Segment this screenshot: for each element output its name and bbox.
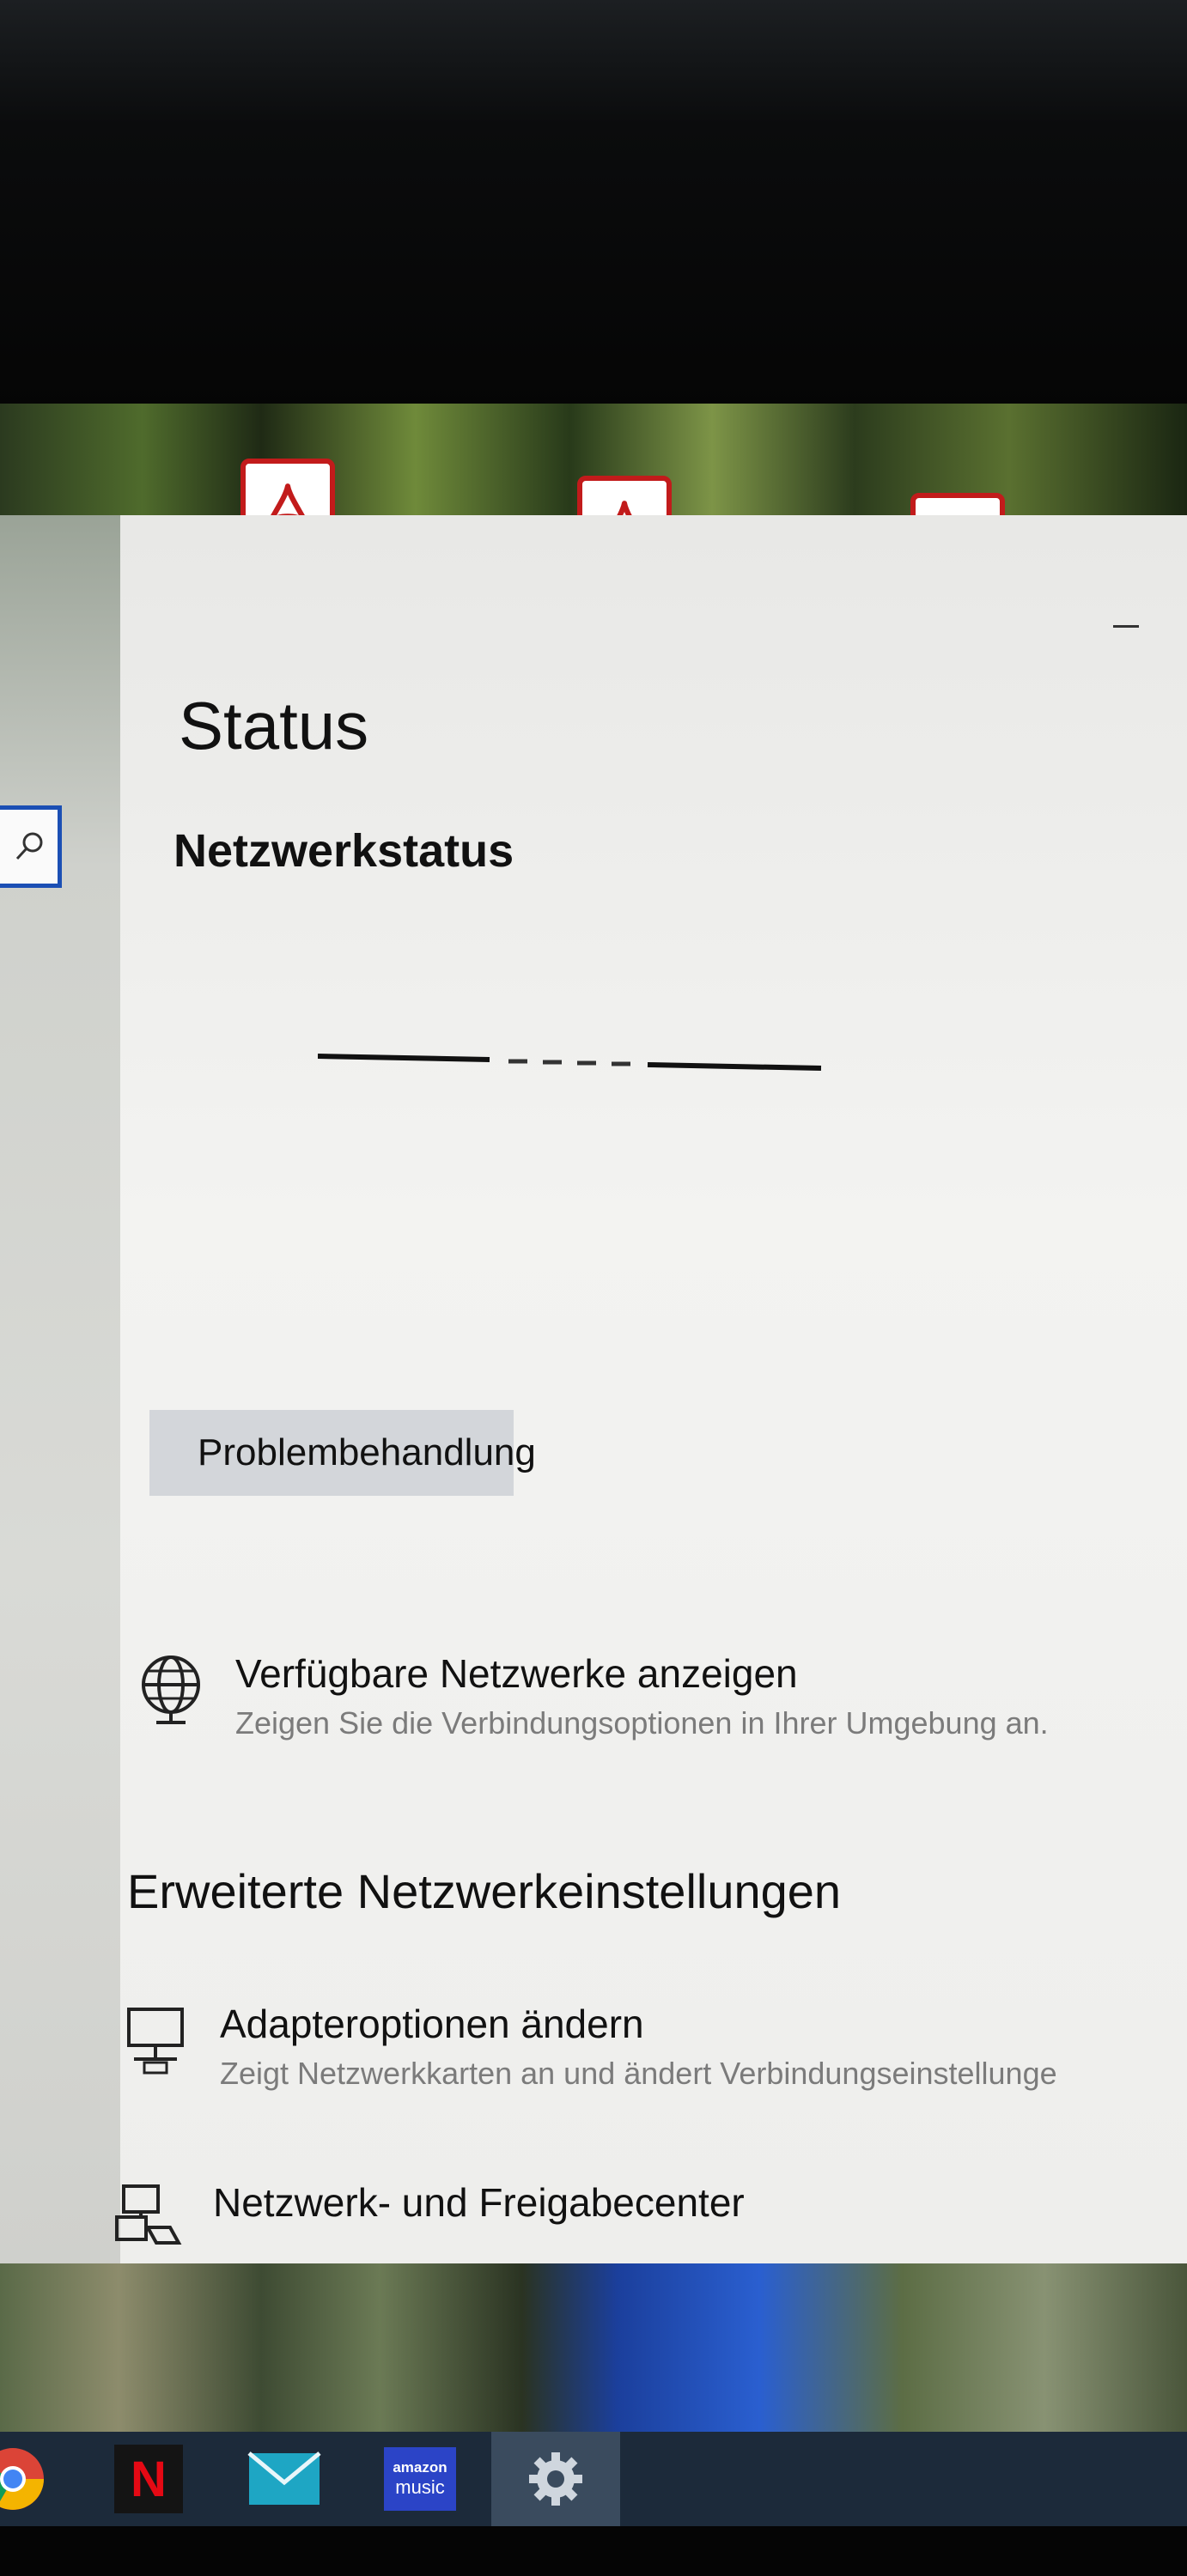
available-networks-subtitle: Zeigen Sie die Verbindungsoptionen in Ih…	[235, 1705, 1049, 1741]
netflix-icon[interactable]: N	[110, 2440, 187, 2518]
amazon-music-line1: amazon	[393, 2459, 447, 2476]
search-icon	[15, 832, 42, 860]
globe-network-icon	[142, 1656, 200, 1724]
amazon-music-line2: music	[395, 2476, 445, 2498]
camera-bezel-top	[0, 0, 1187, 412]
available-networks-link[interactable]: Verfügbare Netzwerke anzeigen Zeigen Sie…	[132, 1650, 1049, 1741]
settings-gear-icon[interactable]	[517, 2440, 594, 2518]
sharing-center-link[interactable]: Netzwerk- und Freigabecenter	[110, 2179, 745, 2257]
network-adapter-icon	[127, 2008, 184, 2075]
adapter-options-link[interactable]: Adapteroptionen ändern Zeigt Netzwerkkar…	[117, 2001, 1057, 2092]
adapter-options-subtitle: Zeigt Netzwerkkarten an und ändert Verbi…	[220, 2056, 1057, 2091]
network-status-diagram	[318, 1054, 822, 1071]
settings-nav-pane	[0, 515, 120, 2267]
mail-icon[interactable]	[246, 2440, 323, 2518]
sharing-center-icon	[115, 2184, 182, 2245]
camera-bezel-bottom	[0, 2526, 1187, 2576]
settings-content: Status Netzwerkstatus Problembehandlung	[115, 515, 1187, 2267]
troubleshoot-label: Problembehandlung	[198, 1431, 536, 1473]
sharing-center-title: Netzwerk- und Freigabecenter	[213, 2180, 745, 2225]
chrome-icon[interactable]	[0, 2440, 52, 2518]
section-title: Netzwerkstatus	[173, 825, 514, 877]
troubleshoot-button[interactable]: Problembehandlung	[149, 1410, 536, 1496]
page-title: Status	[179, 688, 369, 763]
amazon-music-icon[interactable]: amazon music	[381, 2440, 459, 2518]
settings-window: Status Netzwerkstatus Problembehandlung	[0, 515, 1187, 2267]
adapter-options-title: Adapteroptionen ändern	[220, 2002, 644, 2046]
advanced-settings-heading: Erweiterte Netzwerkeinstellungen	[127, 1864, 842, 1918]
desktop-wallpaper-bottom	[0, 2263, 1187, 2432]
settings-search-box[interactable]	[0, 805, 62, 888]
available-networks-title: Verfügbare Netzwerke anzeigen	[235, 1651, 798, 1696]
netflix-glyph: N	[131, 2451, 167, 2507]
minimize-button[interactable]	[1113, 625, 1139, 628]
